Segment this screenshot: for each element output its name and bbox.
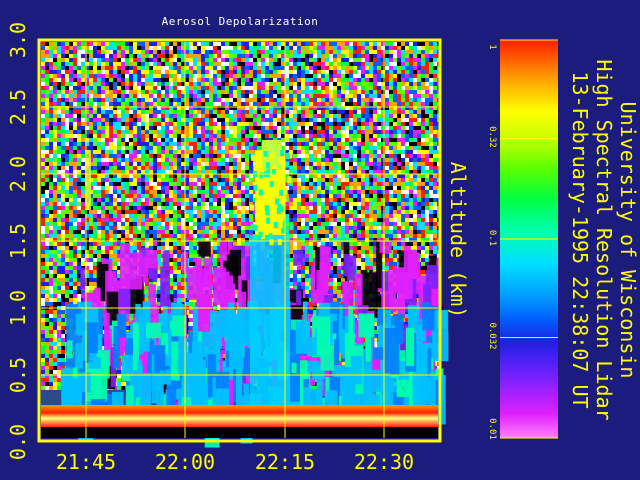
x-tick-label: 22:30: [353, 450, 415, 474]
colorbar-tick-label: 0.32: [487, 126, 497, 149]
colorbar-tick-label: 0.1: [487, 229, 497, 247]
y-tick-label: 0.0: [6, 423, 30, 461]
y-axis-label: Altitude (km): [446, 161, 470, 319]
colorbar-tick-label: 1: [487, 44, 497, 50]
colorbar-tick-label: 0.01: [487, 418, 497, 440]
x-tick-label: 22:00: [154, 450, 216, 474]
info-instrument: High Spectral Resolution Lidar: [592, 59, 616, 421]
y-tick-label: 0.5: [6, 356, 30, 394]
y-tick-label: 2.5: [6, 88, 30, 126]
y-tick-label: 2.0: [6, 155, 30, 193]
info-timestamp: 13-February-1995 22:38:07 UT: [568, 71, 592, 409]
x-tick-label: 21:45: [55, 450, 117, 474]
info-institution: University of Wisconsin: [616, 101, 640, 379]
colorbar-tick-label: 0.032: [487, 322, 497, 351]
y-tick-label: 3.0: [6, 21, 30, 59]
y-tick-label: 1.5: [6, 222, 30, 260]
x-tick-label: 22:15: [254, 450, 316, 474]
depolarization-chart: [37, 38, 558, 448]
y-tick-label: 1.0: [6, 289, 30, 327]
